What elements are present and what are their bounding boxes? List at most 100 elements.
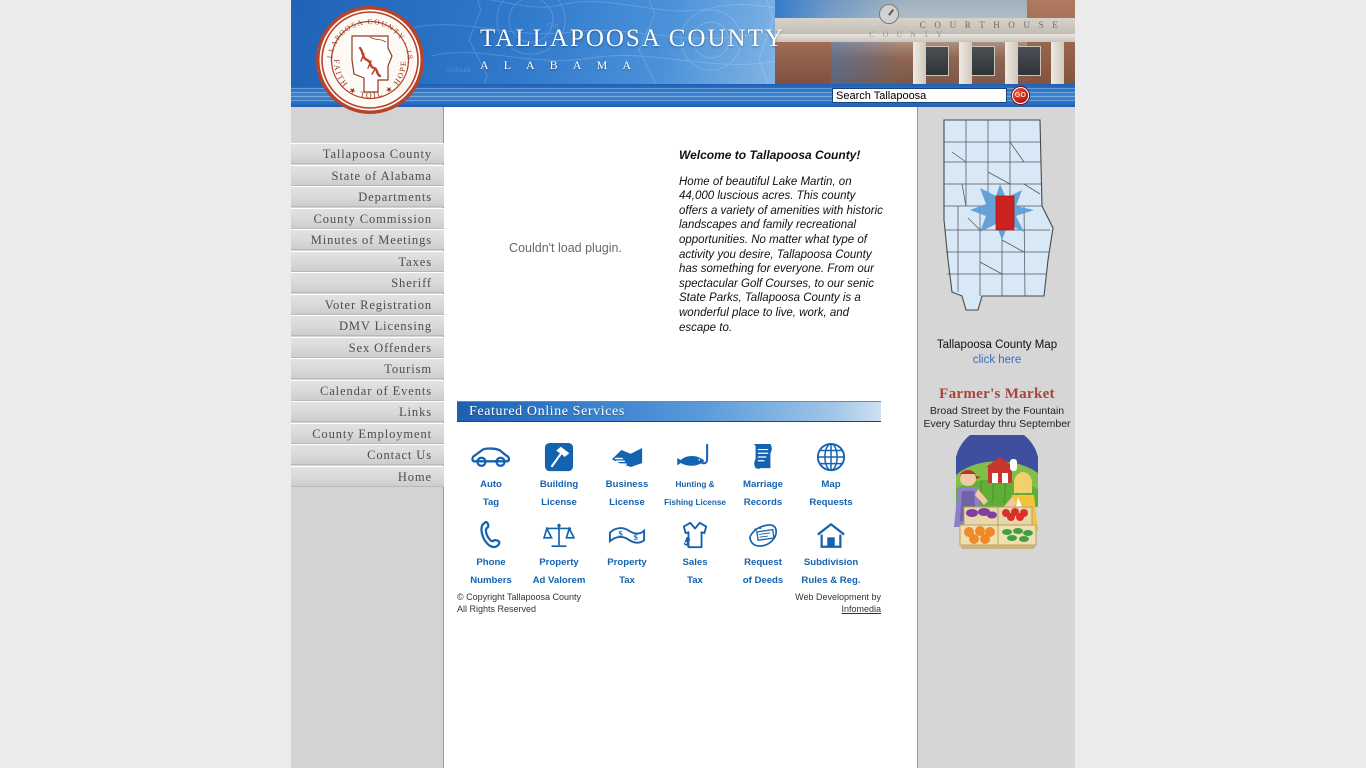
certificate-icon <box>729 440 797 474</box>
service-label: Subdivision Rules & Reg. <box>801 557 861 586</box>
search-input[interactable] <box>832 88 1007 103</box>
column <box>1051 42 1064 84</box>
service-marriage-records[interactable]: Marriage Records <box>729 432 797 510</box>
featured-services-title: Featured Online Services <box>469 404 625 419</box>
service-building-license[interactable]: Building License <box>525 432 593 510</box>
sidebar-item-sheriff[interactable]: Sheriff <box>291 272 444 293</box>
sidebar-item-tallapoosa-county[interactable]: Tallapoosa County <box>291 143 444 164</box>
sidebar-nav-list: Tallapoosa County State of Alabama Departm… <box>291 143 444 487</box>
service-hunting-fishing-license[interactable]: Hunting & Fishing License <box>661 432 729 510</box>
sidebar-navigation: Tallapoosa County State of Alabama Departm… <box>291 107 444 768</box>
hammer-icon <box>525 440 593 474</box>
service-label: Auto Tag <box>480 479 502 508</box>
window <box>971 46 995 76</box>
alabama-county-map[interactable] <box>922 110 1072 338</box>
service-map-requests[interactable]: Map Requests <box>797 432 865 510</box>
farmers-market-line2: Every Saturday thru September <box>923 418 1071 430</box>
main-content: Couldn't load plugin. Welcome to Tallapo… <box>445 107 921 768</box>
column <box>959 42 972 84</box>
welcome-title: Welcome to Tallapoosa County! <box>679 148 861 162</box>
map-caption-text: Tallapoosa County Map <box>936 339 1058 351</box>
featured-services-grid: Auto Tag Building License Business License… <box>457 432 881 588</box>
farmers-market-title: Farmer's Market <box>939 386 1055 402</box>
svg-text:$: $ <box>618 528 623 538</box>
services-row: Phone Numbers Property Ad Valorem $ $ Proper… <box>457 510 881 588</box>
telephone-handset-icon <box>457 518 525 552</box>
service-sales-tax[interactable]: Sales Tax <box>661 510 729 588</box>
page-container: W9OurEufaula C O U N T Y C O U R T H O U… <box>291 0 1075 768</box>
service-label: Property Tax <box>607 557 647 586</box>
service-phone-numbers[interactable]: Phone Numbers <box>457 510 525 588</box>
service-request-of-deeds[interactable]: Request of Deeds <box>729 510 797 588</box>
sidebar-item-county-commission[interactable]: County Commission <box>291 207 444 229</box>
scales-icon <box>525 518 593 552</box>
service-auto-tag[interactable]: Auto Tag <box>457 432 525 510</box>
service-label: Business License <box>605 479 649 508</box>
copyright-line2: All Rights Reserved <box>457 603 537 614</box>
handshake-icon <box>593 440 661 474</box>
page-footer: © Copyright Tallapoosa County All Rights… <box>457 592 881 616</box>
webdev-label: Web Development by <box>795 592 881 602</box>
photo-courthouse-text: C O U R T H O U S E <box>919 20 1061 30</box>
site-title-sub: A L A B A M A <box>480 58 638 72</box>
plugin-message: Couldn't load plugin. <box>509 241 622 255</box>
fish-hook-icon <box>661 440 729 474</box>
welcome-body: Home of beautiful Lake Martin, on 44,000… <box>679 175 883 334</box>
sidebar-item-dmv-licensing[interactable]: DMV Licensing <box>291 315 444 336</box>
car-icon <box>457 440 525 474</box>
house-icon <box>797 518 865 552</box>
window <box>925 46 949 76</box>
map-caption: Tallapoosa County Map click here <box>918 338 1076 368</box>
sidebar-item-voter-registration[interactable]: Voter Registration <box>291 293 444 315</box>
sidebar-item-minutes-of-meetings[interactable]: Minutes of Meetings <box>291 229 444 250</box>
search-go-button[interactable]: GO <box>1012 87 1029 104</box>
services-row: Auto Tag Building License Business License… <box>457 432 881 510</box>
photo-county-text: C O U N T Y <box>869 30 945 39</box>
site-title: TALLAPOOSA COUNTY A L A B A M A <box>480 26 785 73</box>
welcome-block: Welcome to Tallapoosa County! Home of be… <box>679 148 885 335</box>
right-sidebar: Tallapoosa County Map click here Farmer'… <box>917 107 1075 768</box>
copyright-block: © Copyright Tallapoosa County All Rights… <box>457 592 581 615</box>
deed-document-icon <box>729 518 797 552</box>
window <box>1017 46 1041 76</box>
sidebar-item-calendar-of-events[interactable]: Calendar of Events <box>291 379 444 401</box>
map-click-here-link[interactable]: click here <box>973 354 1022 366</box>
sidebar-item-county-employment[interactable]: County Employment <box>291 422 444 444</box>
courthouse-photo: C O U N T Y C O U R T H O U S E <box>775 0 1075 84</box>
featured-services-header: Featured Online Services <box>457 401 881 422</box>
service-property-tax[interactable]: $ $ Property Tax <box>593 510 661 588</box>
county-seal-icon[interactable]: TALLAPOOSA COUNTY · 1832 FAITH ★ TOIL ★ … <box>314 4 426 116</box>
sidebar-item-contact-us[interactable]: Contact Us <box>291 444 444 465</box>
service-business-license[interactable]: Business License <box>593 432 661 510</box>
sidebar-item-tourism[interactable]: Tourism <box>291 358 444 379</box>
webdev-link[interactable]: Infomedia <box>841 604 881 614</box>
sidebar-item-home[interactable]: Home <box>291 465 444 487</box>
sidebar-item-state-of-alabama[interactable]: State of Alabama <box>291 164 444 186</box>
farmers-market-illustration <box>954 435 1038 549</box>
sidebar-item-sex-offenders[interactable]: Sex Offenders <box>291 336 444 358</box>
plugin-placeholder[interactable]: Couldn't load plugin. <box>453 123 678 373</box>
service-label: Phone Numbers <box>470 557 512 586</box>
service-property-ad-valorem[interactable]: Property Ad Valorem <box>525 510 593 588</box>
farmers-market-line1: Broad Street by the Fountain <box>929 405 1065 417</box>
service-label: Marriage Records <box>743 479 783 508</box>
column <box>913 42 926 84</box>
column <box>1005 42 1018 84</box>
clock-icon <box>879 4 899 24</box>
service-label: Request of Deeds <box>742 557 784 586</box>
service-label: Property Ad Valorem <box>532 557 586 586</box>
copyright-line1: © Copyright Tallapoosa County <box>457 592 582 602</box>
sidebar-item-departments[interactable]: Departments <box>291 186 444 207</box>
sidebar-item-taxes[interactable]: Taxes <box>291 250 444 272</box>
sidebar-item-links[interactable]: Links <box>291 401 444 422</box>
svg-text:$: $ <box>634 532 639 542</box>
service-subdivision-rules-reg[interactable]: Subdivision Rules & Reg. <box>797 510 865 588</box>
site-title-main: TALLAPOOSA COUNTY <box>480 25 785 52</box>
globe-icon <box>797 440 865 474</box>
money-icon: $ $ <box>593 518 661 552</box>
farmers-market-details: Broad Street by the Fountain Every Satur… <box>918 405 1076 431</box>
svg-text:Eufaula: Eufaula <box>447 67 471 74</box>
webdev-block: Web Development by Infomedia <box>795 592 881 615</box>
shirt-tag-icon <box>661 518 729 552</box>
service-label: Sales Tax <box>682 557 708 586</box>
